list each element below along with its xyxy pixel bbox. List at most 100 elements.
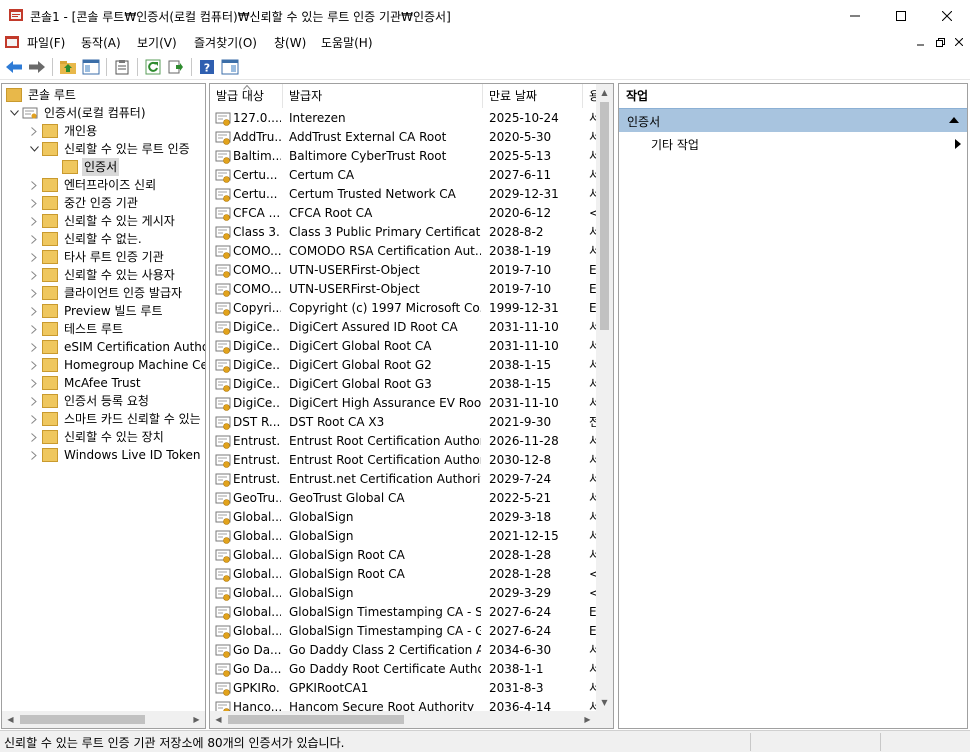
table-row[interactable]: DST R...DST Root CA X32021-9-30전: [210, 413, 597, 432]
table-row[interactable]: Global... GlobalSign Timestamping CA - S.…: [210, 603, 597, 622]
menu-view[interactable]: 보기(V): [137, 34, 177, 51]
table-row[interactable]: AddTru... AddTrust External CA Root 2020-5…: [210, 128, 597, 147]
scroll-right-arrow-icon[interactable]: ▶: [188, 711, 205, 728]
table-row[interactable]: Certu... Certum Trusted Network CA 2029-12…: [210, 185, 597, 204]
scroll-right-arrow-icon[interactable]: ▶: [579, 711, 596, 728]
tree-item[interactable]: 개인용: [26, 122, 99, 140]
chevron-right-icon[interactable]: [26, 428, 42, 446]
table-row[interactable]: Entrust... Entrust.net Certification Auth…: [210, 470, 597, 489]
table-row[interactable]: Baltim... Baltimore CyberTrust Root 2025-5…: [210, 147, 597, 166]
scrollbar-thumb[interactable]: [20, 715, 145, 724]
table-row[interactable]: Go Da... Go Daddy Class 2 Certification A…: [210, 641, 597, 660]
menu-file[interactable]: 파일(F): [27, 34, 65, 51]
minimize-button[interactable]: [832, 0, 878, 31]
table-row[interactable]: Global...GlobalSign2021-12-15서: [210, 527, 597, 546]
tree-item[interactable]: 신뢰할 수 있는 루트 인증: [26, 140, 192, 158]
table-row[interactable]: Class 3... Class 3 Public Primary Certifi…: [210, 223, 597, 242]
table-row[interactable]: Global...GlobalSign2029-3-29<: [210, 584, 597, 603]
table-row[interactable]: Global...GlobalSign2029-3-18서: [210, 508, 597, 527]
table-row[interactable]: Global... GlobalSign Timestamping CA - G2…: [210, 622, 597, 641]
tree-item[interactable]: eSIM Certification Authoriti: [26, 338, 205, 356]
tree-item[interactable]: 신뢰할 수 있는 장치: [26, 428, 166, 446]
tree-item-local-computer-certificates[interactable]: 인증서(로컬 컴퓨터): [6, 104, 148, 122]
close-button[interactable]: [924, 0, 970, 31]
chevron-right-icon[interactable]: [26, 302, 42, 320]
table-row[interactable]: COMO... COMODO RSA Certification Aut... 20…: [210, 242, 597, 261]
list-horizontal-scrollbar[interactable]: ◀ ▶: [210, 711, 596, 728]
action-more-actions[interactable]: 기타 작업: [651, 136, 699, 153]
scroll-left-arrow-icon[interactable]: ◀: [210, 711, 227, 728]
scrollbar-thumb[interactable]: [228, 715, 404, 724]
tree-item[interactable]: 신뢰할 수 없는.: [26, 230, 144, 248]
table-row[interactable]: DigiCe... DigiCert Assured ID Root CA 2031…: [210, 318, 597, 337]
tree-item[interactable]: Preview 빌드 루트: [26, 302, 165, 320]
table-row[interactable]: GeoTru...GeoTrust Global CA2022-5-21서: [210, 489, 597, 508]
table-row[interactable]: DigiCe... DigiCert Global Root G3 2038-1-1…: [210, 375, 597, 394]
table-row[interactable]: CFCA ...CFCA Root CA2020-6-12<: [210, 204, 597, 223]
chevron-right-icon[interactable]: [26, 410, 42, 428]
table-row[interactable]: Certu...Certum CA2027-6-11서: [210, 166, 597, 185]
chevron-right-icon[interactable]: [26, 446, 42, 464]
menu-help[interactable]: 도움말(H): [321, 34, 373, 51]
table-row[interactable]: COMO... UTN-USERFirst-Object 2019-7-10 E: [210, 261, 597, 280]
maximize-button[interactable]: [878, 0, 924, 31]
mdi-restore-button[interactable]: [932, 35, 948, 49]
column-header-expiration-date[interactable]: 만료 날짜: [483, 84, 583, 108]
properties-button[interactable]: [112, 57, 132, 77]
mdi-minimize-button[interactable]: [913, 35, 929, 49]
tree-item[interactable]: 신뢰할 수 있는 사용자: [26, 266, 177, 284]
chevron-right-icon[interactable]: [26, 320, 42, 338]
menu-action[interactable]: 동작(A): [81, 34, 121, 51]
show-hide-action-pane-button[interactable]: [220, 57, 240, 77]
table-row[interactable]: Copyri... Copyright (c) 1997 Microsoft Co…: [210, 299, 597, 318]
chevron-right-icon[interactable]: [26, 248, 42, 266]
submenu-arrow-icon[interactable]: [955, 139, 961, 149]
forward-button[interactable]: [27, 57, 47, 77]
action-section-certificates[interactable]: 인증서: [619, 108, 967, 132]
scroll-down-arrow-icon[interactable]: ▼: [596, 694, 613, 711]
table-row[interactable]: Entrust... Entrust Root Certification Aut…: [210, 451, 597, 470]
collapse-triangle-icon[interactable]: [949, 117, 959, 123]
mmc-document-icon[interactable]: [4, 34, 20, 50]
tree-item[interactable]: Homegroup Machine Certi: [26, 356, 205, 374]
chevron-right-icon[interactable]: [26, 230, 42, 248]
table-row[interactable]: 127.0....Interezen2025-10-24서: [210, 109, 597, 128]
chevron-right-icon[interactable]: [26, 356, 42, 374]
tree-item[interactable]: 스마트 카드 신뢰할 수 있는: [26, 410, 203, 428]
tree-item[interactable]: 엔터프라이즈 신뢰: [26, 176, 158, 194]
scroll-left-arrow-icon[interactable]: ◀: [2, 711, 19, 728]
table-row[interactable]: DigiCe... DigiCert Global Root CA 2031-11-…: [210, 337, 597, 356]
tree-item-console-root[interactable]: 콘솔 루트: [6, 86, 78, 104]
refresh-button[interactable]: [143, 57, 163, 77]
tree-horizontal-scrollbar[interactable]: ◀ ▶: [2, 711, 205, 728]
tree-item[interactable]: 중간 인증 기관: [26, 194, 140, 212]
scroll-up-arrow-icon[interactable]: ▲: [596, 84, 613, 101]
back-button[interactable]: [4, 57, 24, 77]
table-row[interactable]: Global...GlobalSign Root CA2028-1-28서: [210, 546, 597, 565]
menu-favorites[interactable]: 즐겨찾기(O): [194, 34, 257, 51]
tree-item[interactable]: 신뢰할 수 있는 게시자: [26, 212, 177, 230]
chevron-right-icon[interactable]: [26, 284, 42, 302]
chevron-right-icon[interactable]: [26, 392, 42, 410]
chevron-down-icon[interactable]: [26, 140, 42, 158]
table-row[interactable]: Global...GlobalSign Root CA2028-1-28<: [210, 565, 597, 584]
chevron-right-icon[interactable]: [26, 176, 42, 194]
tree-item[interactable]: 타사 루트 인증 기관: [26, 248, 166, 266]
table-row[interactable]: DigiCe... DigiCert High Assurance EV Root…: [210, 394, 597, 413]
tree-item[interactable]: 클라이언트 인증 발급자: [26, 284, 184, 302]
tree-item[interactable]: 인증서: [46, 158, 120, 176]
column-header-intended-purposes[interactable]: 용: [583, 84, 597, 108]
table-row[interactable]: Entrust... Entrust Root Certification Aut…: [210, 432, 597, 451]
chevron-right-icon[interactable]: [26, 194, 42, 212]
column-header-issued-by[interactable]: 발급자: [283, 84, 483, 108]
chevron-right-icon[interactable]: [26, 122, 42, 140]
mdi-close-button[interactable]: [951, 35, 967, 49]
tree-item[interactable]: Windows Live ID Token Iss: [26, 446, 205, 464]
table-row[interactable]: COMO... UTN-USERFirst-Object 2019-7-10 E: [210, 280, 597, 299]
tree-item[interactable]: McAfee Trust: [26, 374, 143, 392]
menu-window[interactable]: 창(W): [274, 34, 306, 51]
tree-item[interactable]: 인증서 등록 요청: [26, 392, 151, 410]
chevron-right-icon[interactable]: [26, 212, 42, 230]
up-level-button[interactable]: [58, 57, 78, 77]
chevron-down-icon[interactable]: [6, 104, 22, 122]
